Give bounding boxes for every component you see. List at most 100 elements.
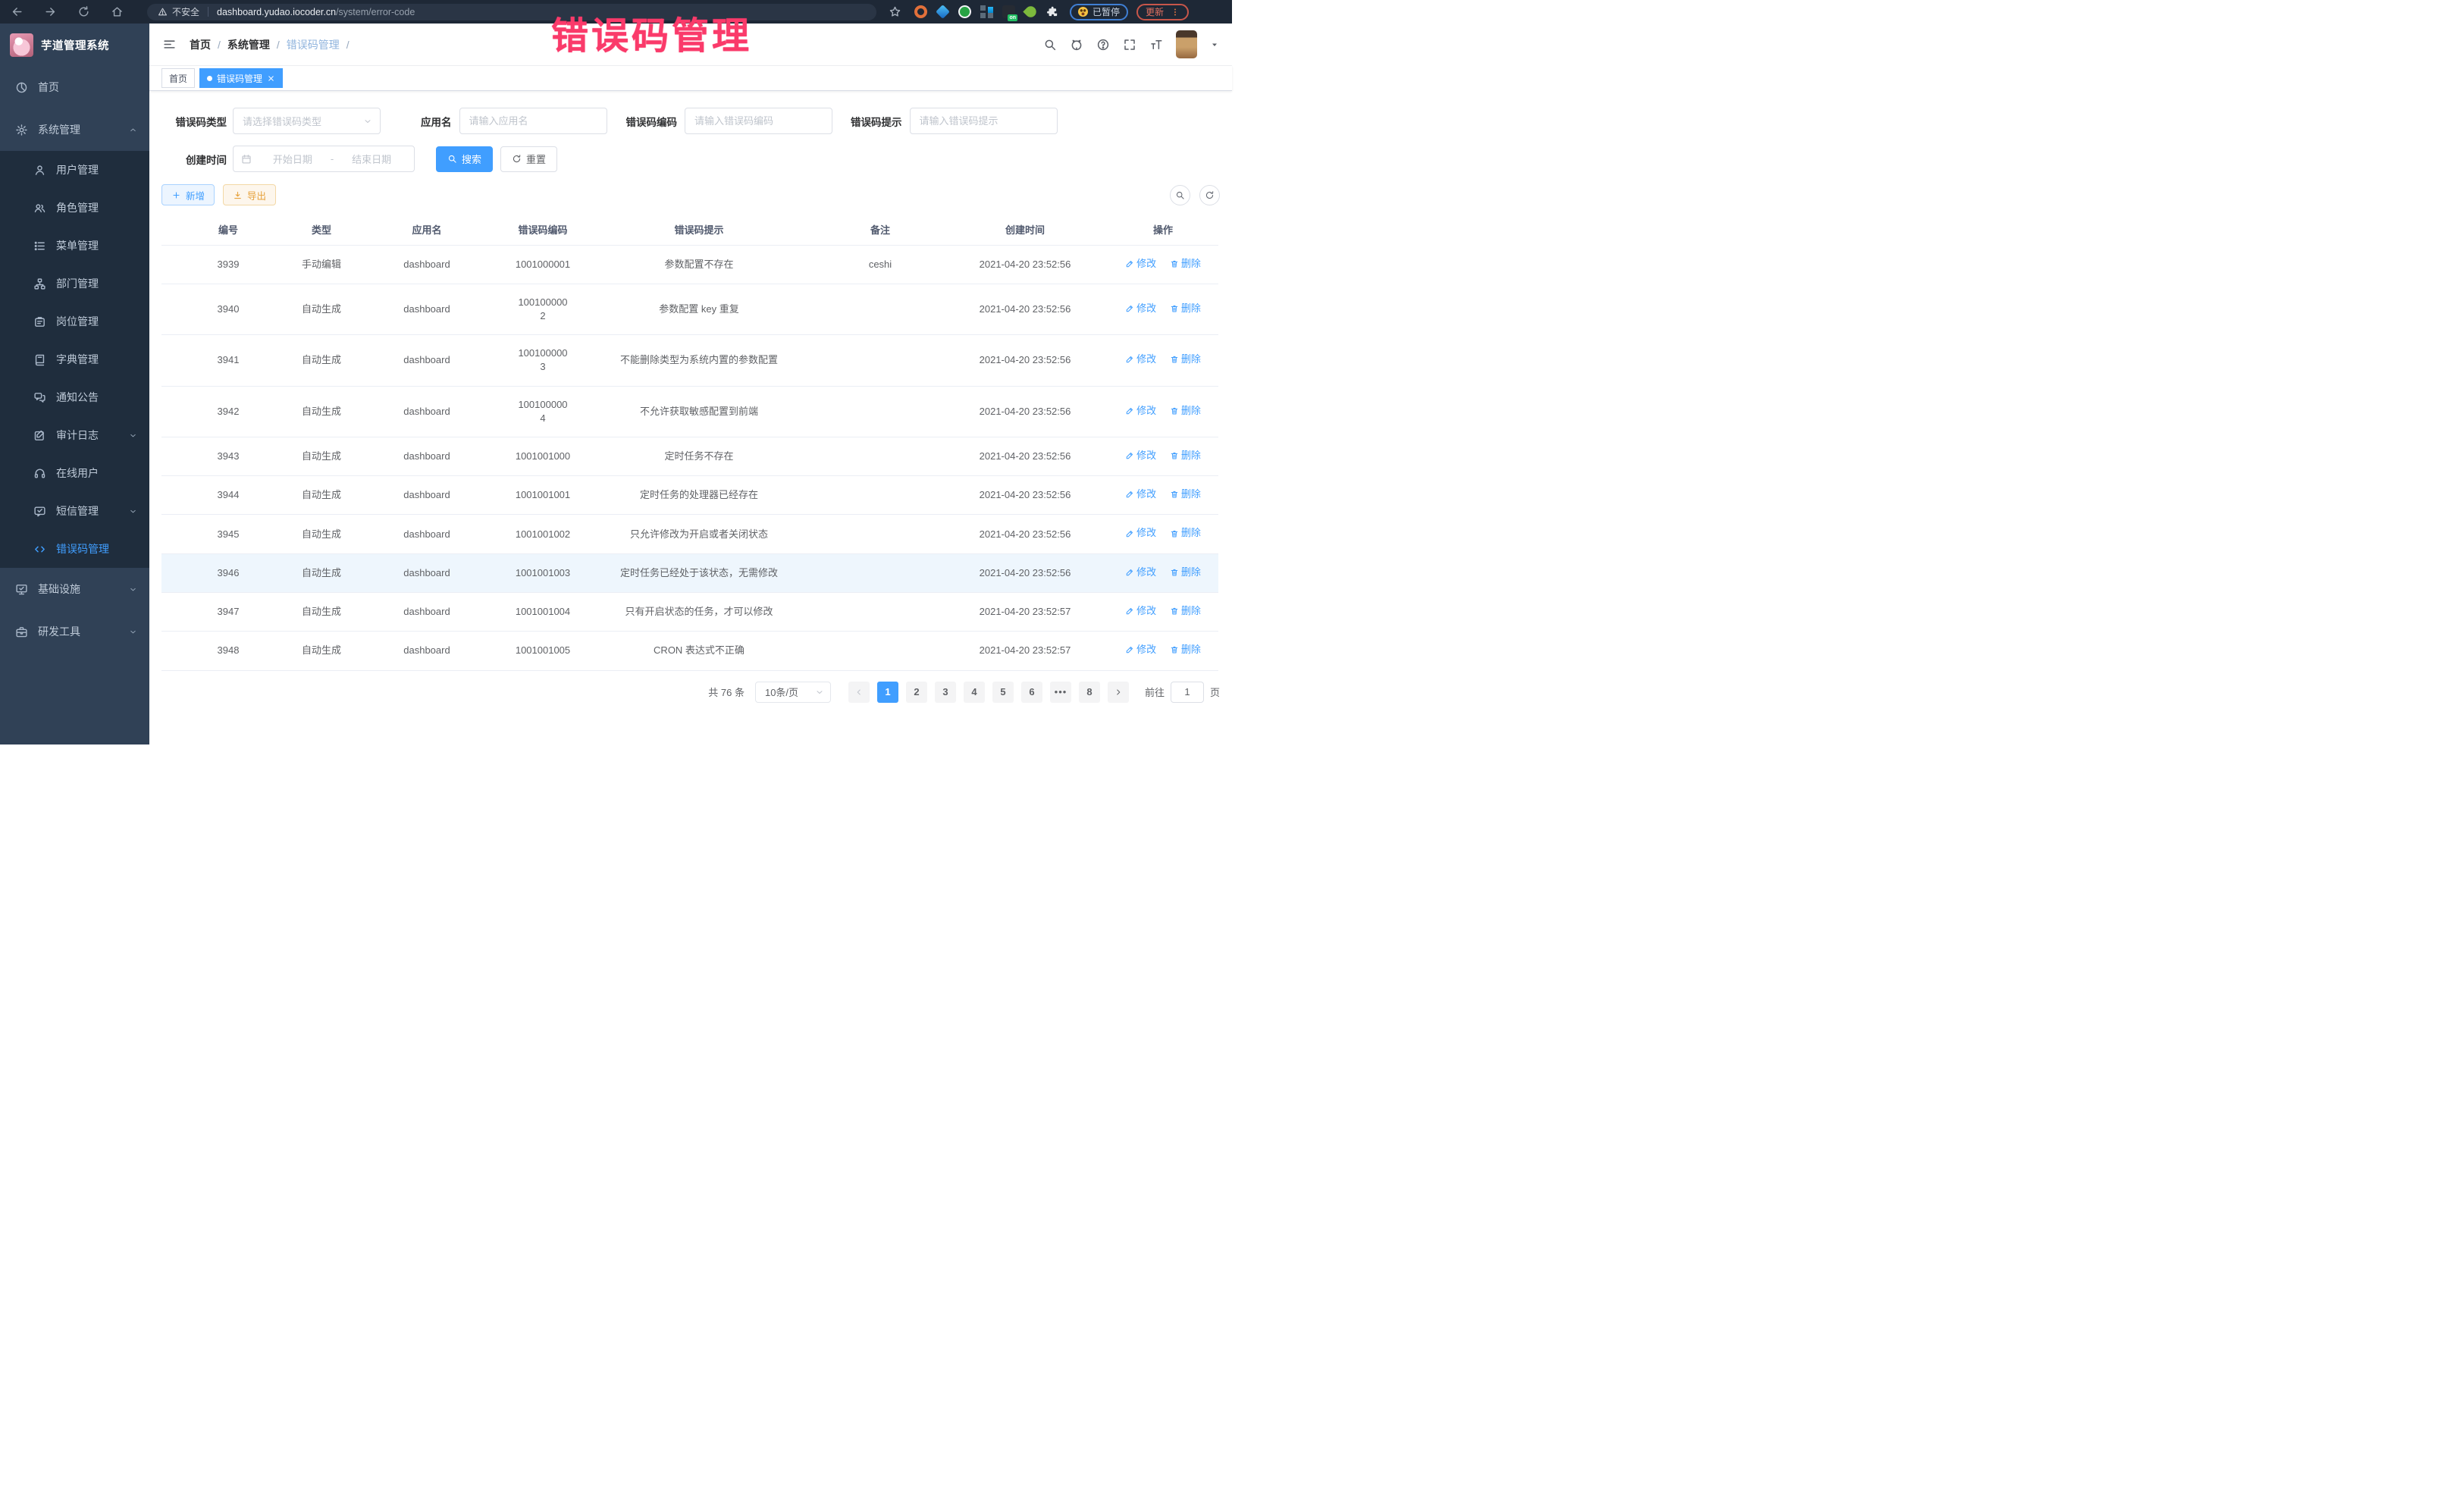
extension-green-icon[interactable]: [958, 5, 971, 18]
sidebar-item[interactable]: 错误码管理: [0, 530, 149, 568]
reset-button[interactable]: 重置: [500, 146, 557, 172]
error-type-placeholder: 请选择错误码类型: [243, 114, 321, 128]
edit-link[interactable]: 修改: [1125, 526, 1156, 540]
export-button[interactable]: 导出: [223, 184, 276, 205]
page-button[interactable]: 3: [935, 682, 956, 703]
page-button[interactable]: •••: [1050, 682, 1071, 703]
extensions-puzzle-icon[interactable]: [1046, 5, 1059, 18]
delete-link[interactable]: 删除: [1170, 566, 1201, 579]
goto-page-input[interactable]: [1171, 682, 1204, 703]
sidebar-item[interactable]: 首页: [0, 66, 149, 108]
view-tab[interactable]: 首页: [161, 68, 195, 88]
edit-link[interactable]: 修改: [1125, 487, 1156, 501]
sidebar-item[interactable]: 部门管理: [0, 265, 149, 303]
trash-icon: [1170, 568, 1179, 577]
cell-remark: [818, 476, 942, 515]
delete-link[interactable]: 删除: [1170, 487, 1201, 501]
sidebar-item[interactable]: 审计日志: [0, 416, 149, 454]
prev-page-button[interactable]: [848, 682, 870, 703]
edit-link[interactable]: 修改: [1125, 449, 1156, 462]
close-icon[interactable]: [267, 74, 275, 83]
caret-down-icon[interactable]: [1210, 40, 1219, 49]
delete-link[interactable]: 删除: [1170, 526, 1201, 540]
sidebar-item[interactable]: 岗位管理: [0, 303, 149, 340]
edit-icon: [1125, 259, 1134, 268]
page-button[interactable]: 6: [1021, 682, 1042, 703]
toggle-search-button[interactable]: [1170, 185, 1190, 205]
search-icon[interactable]: [1043, 38, 1057, 52]
create-time-label: 创建时间: [161, 152, 227, 167]
hamburger-icon[interactable]: [162, 37, 177, 52]
extension-grid-icon[interactable]: [980, 5, 993, 18]
breadcrumb-item[interactable]: 首页 /: [190, 37, 227, 52]
edit-link[interactable]: 修改: [1125, 257, 1156, 271]
page-button[interactable]: 2: [906, 682, 927, 703]
bookmark-star-icon[interactable]: [889, 5, 901, 18]
page-button[interactable]: 4: [964, 682, 985, 703]
kebab-menu-icon[interactable]: [1171, 8, 1180, 17]
sidebar-item[interactable]: 短信管理: [0, 492, 149, 530]
extension-orange-icon[interactable]: [914, 5, 927, 18]
sidebar-item[interactable]: 基础设施: [0, 568, 149, 610]
sidebar-item[interactable]: 用户管理: [0, 151, 149, 189]
edit-link[interactable]: 修改: [1125, 353, 1156, 366]
add-button[interactable]: 新增: [161, 184, 215, 205]
font-size-icon[interactable]: [1149, 38, 1163, 52]
sidebar-item[interactable]: 字典管理: [0, 340, 149, 378]
edit-link[interactable]: 修改: [1125, 404, 1156, 418]
delete-link[interactable]: 删除: [1170, 404, 1201, 418]
delete-link[interactable]: 删除: [1170, 643, 1201, 657]
extension-gem-icon[interactable]: [936, 5, 950, 19]
breadcrumb-label[interactable]: 系统管理: [227, 37, 270, 52]
delete-link[interactable]: 删除: [1170, 302, 1201, 315]
refresh-table-button[interactable]: [1199, 185, 1220, 205]
sidebar-item[interactable]: 角色管理: [0, 189, 149, 227]
extension-leaf-icon[interactable]: [1023, 4, 1038, 19]
breadcrumb-label[interactable]: 首页: [190, 37, 211, 52]
search-button[interactable]: 搜索: [436, 146, 493, 172]
breadcrumb-item[interactable]: 系统管理 /: [227, 37, 287, 52]
cell-remark: [818, 437, 942, 475]
page-size-select[interactable]: 10条/页: [755, 682, 831, 703]
paused-profile-chip[interactable]: 已暂停: [1070, 4, 1128, 20]
page-button[interactable]: 8: [1079, 682, 1100, 703]
error-type-select[interactable]: 请选择错误码类型: [233, 108, 381, 134]
edit-link[interactable]: 修改: [1125, 566, 1156, 579]
edit-link[interactable]: 修改: [1125, 643, 1156, 657]
app-name-input[interactable]: [459, 108, 607, 134]
avatar[interactable]: [1176, 30, 1197, 58]
home-icon[interactable]: [111, 5, 124, 18]
error-hint-input[interactable]: [910, 108, 1058, 134]
breadcrumb-label[interactable]: 错误码管理: [287, 37, 340, 52]
cell-message: 参数配置不存在: [580, 245, 818, 284]
paused-label: 已暂停: [1092, 5, 1120, 18]
view-tab[interactable]: 错误码管理: [199, 68, 283, 88]
back-icon[interactable]: [11, 5, 24, 18]
delete-link[interactable]: 删除: [1170, 353, 1201, 366]
delete-link[interactable]: 删除: [1170, 257, 1201, 271]
delete-link[interactable]: 删除: [1170, 449, 1201, 462]
sidebar-item[interactable]: 在线用户: [0, 454, 149, 492]
sidebar-item[interactable]: 菜单管理: [0, 227, 149, 265]
edit-link[interactable]: 修改: [1125, 302, 1156, 315]
fullscreen-icon[interactable]: [1123, 38, 1136, 52]
help-icon[interactable]: [1096, 38, 1110, 52]
sidebar-item[interactable]: 通知公告: [0, 378, 149, 416]
extension-on-badge-icon[interactable]: [1002, 5, 1015, 18]
delete-link[interactable]: 删除: [1170, 604, 1201, 618]
address-bar[interactable]: 不安全 dashboard.yudao.iocoder.cn /system/e…: [147, 4, 876, 20]
github-icon[interactable]: [1070, 38, 1083, 52]
sidebar-item[interactable]: 系统管理: [0, 108, 149, 151]
browser-update-button[interactable]: 更新: [1136, 4, 1189, 20]
forward-icon[interactable]: [44, 5, 57, 18]
next-page-button[interactable]: [1108, 682, 1129, 703]
page-button[interactable]: 1: [877, 682, 898, 703]
date-range-picker[interactable]: 开始日期 - 结束日期: [233, 146, 415, 172]
refresh-icon: [1205, 190, 1215, 200]
sidebar-item[interactable]: 研发工具: [0, 610, 149, 653]
breadcrumb-item[interactable]: 错误码管理 /: [287, 37, 356, 52]
page-button[interactable]: 5: [992, 682, 1014, 703]
error-code-input[interactable]: [685, 108, 832, 134]
reload-icon[interactable]: [77, 5, 90, 18]
edit-link[interactable]: 修改: [1125, 604, 1156, 618]
